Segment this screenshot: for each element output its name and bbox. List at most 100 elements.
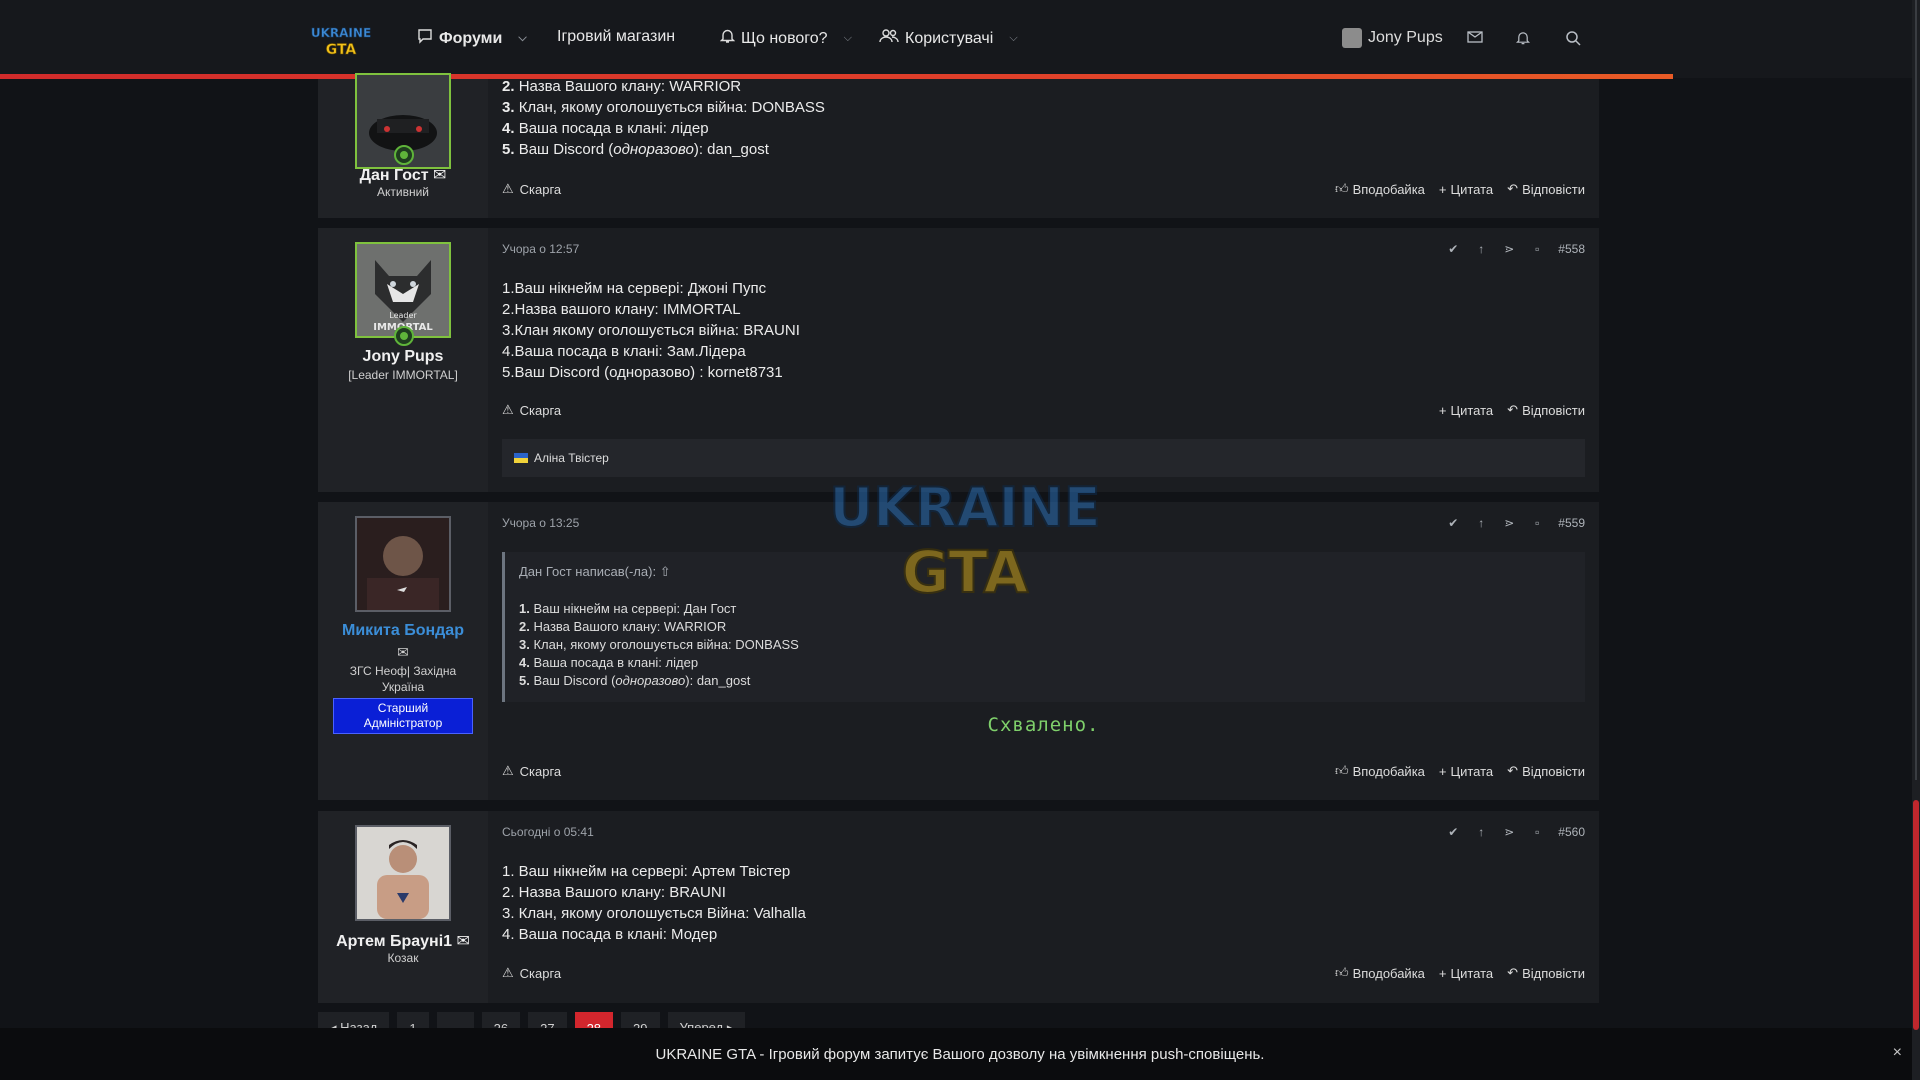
account-username: Jony Pups [1368, 29, 1443, 46]
nav-whats-new-label: Що нового? [741, 29, 828, 47]
envelope-icon[interactable] [1467, 30, 1483, 47]
post-line: 4. Ваша посада в клані: Модер [502, 926, 718, 943]
line-text: Назва Вашого клану: WARRIOR [533, 619, 727, 634]
quote-label: Цитата [1450, 965, 1494, 981]
post-timestamp[interactable]: Сьогодні о 05:41 [502, 825, 594, 839]
scrollbar-thumb[interactable] [1913, 800, 1919, 1030]
like-label: Вподобайка [1352, 763, 1425, 779]
post-number[interactable]: #560 [1558, 825, 1585, 839]
post-author-name-text: Артем Брауні1 [336, 933, 453, 950]
post-line: 5. Ваш Discord (одноразово): dan_gost [502, 139, 825, 160]
quote-button[interactable]: + Цитата [1439, 181, 1493, 197]
reply-icon: ↶ [1507, 965, 1519, 980]
like-button[interactable]: 👍︎ Вподобайка [1335, 965, 1425, 981]
nav-whats-new[interactable]: Що нового? ⌵ [719, 28, 852, 49]
search-icon[interactable] [1565, 30, 1581, 49]
check-circle-icon[interactable]: ✔ [1446, 825, 1460, 839]
post-line: 1. Ваш нікнейм на сервері: Артем Твістер [502, 863, 791, 880]
online-indicator-icon [394, 145, 414, 165]
post-timestamp[interactable]: Учора о 13:25 [502, 516, 579, 530]
reply-icon: ↶ [1507, 402, 1519, 417]
reply-button[interactable]: ↶ Відповісти [1507, 402, 1585, 418]
avatar[interactable]: Leader IMMORTAL [355, 242, 451, 338]
report-button[interactable]: ⚠ Скарга [502, 965, 561, 981]
post-line: 3.Клан якому оголошується війна: BRAUNI [502, 322, 800, 339]
post-timestamp[interactable]: Учора о 12:57 [502, 242, 579, 256]
line-number: 3. [519, 637, 530, 652]
plus-icon: + [1438, 965, 1447, 981]
reply-button[interactable]: ↶ Відповісти [1507, 763, 1585, 779]
nav-users[interactable]: Користувачі ⌵ [879, 28, 1018, 49]
bookmark-icon[interactable]: ▫ [1530, 242, 1544, 256]
chat-icon [417, 28, 433, 49]
envelope-icon[interactable]: ✉ [457, 933, 470, 950]
post-number[interactable]: #558 [1558, 242, 1585, 256]
plus-icon: + [1438, 181, 1447, 197]
reaction-user[interactable]: Аліна Твістер [534, 451, 609, 465]
arrow-up-icon[interactable]: ↑ [1474, 516, 1488, 530]
report-button[interactable]: ⚠ Скарга [502, 402, 561, 418]
warning-icon: ⚠ [502, 763, 514, 778]
chevron-down-icon[interactable]: ⌵ [844, 32, 852, 45]
staff-badge: Старший Адміністратор [333, 698, 473, 734]
staff-badge-line: Адміністратор [363, 716, 443, 730]
site-logo[interactable]: UKRAINE GTA [310, 22, 372, 58]
chevron-down-icon[interactable]: ⌵ [518, 32, 526, 45]
arrow-up-icon[interactable]: ↑ [1474, 242, 1488, 256]
post-action-buttons: 👍︎ Вподобайка + Цитата ↶ Відповісти [1335, 763, 1585, 779]
post-author-panel: Артем Брауні1 ✉ Козак [318, 811, 488, 1003]
reply-label: Відповісти [1522, 181, 1585, 197]
line-number: 5. [502, 141, 515, 158]
reply-button[interactable]: ↶ Відповісти [1507, 965, 1585, 981]
envelope-icon[interactable]: ✉ [433, 167, 446, 184]
avatar[interactable] [355, 825, 451, 921]
post-author-name-text: Дан Гост [359, 167, 429, 184]
share-icon[interactable]: ⋗ [1502, 516, 1516, 530]
quote-author[interactable]: Дан Гост написав(-ла): ⇧ [519, 564, 671, 580]
quote-line: 2. Назва Вашого клану: WARRIOR [519, 618, 799, 636]
avatar[interactable] [355, 516, 451, 612]
line-text: Ваш Discord ( [533, 673, 616, 688]
post-line: 5.Ваш Discord (одноразово) : kornet8731 [502, 364, 783, 381]
page-scrollbar[interactable] [1912, 0, 1920, 1080]
report-label: Скарга [519, 402, 562, 418]
report-label: Скарга [519, 763, 562, 779]
reply-label: Відповісти [1522, 965, 1585, 981]
staff-badge-text: Старший Адміністратор [364, 701, 443, 731]
post-author-name[interactable]: Дан Гост ✉ [318, 165, 488, 185]
post-author-title: Активний [377, 185, 429, 199]
thumbs-up-icon: 👍︎ [1334, 763, 1349, 778]
quote-button[interactable]: + Цитата [1439, 402, 1493, 418]
chevron-down-icon[interactable]: ⌵ [1009, 32, 1017, 45]
post-number[interactable]: #559 [1558, 516, 1585, 530]
report-button[interactable]: ⚠ Скарга [502, 181, 561, 197]
post-action-buttons: 👍︎ Вподобайка + Цитата ↶ Відповісти [1335, 965, 1585, 981]
bookmark-icon[interactable]: ▫ [1530, 516, 1544, 530]
post-author-name[interactable]: Артем Брауні1 ✉ [318, 931, 488, 951]
share-icon[interactable]: ⋗ [1502, 242, 1516, 256]
nav-shop[interactable]: Ігровий магазин [557, 28, 675, 46]
envelope-icon[interactable]: ✉ [318, 644, 488, 661]
close-icon[interactable]: × [1893, 1044, 1902, 1062]
site-header: UKRAINE GTA Форуми ⌵ Ігровий магазин Що … [0, 0, 1920, 79]
post-author-name[interactable]: Jony Pups [318, 348, 488, 366]
like-button[interactable]: 👍︎ Вподобайка [1335, 181, 1425, 197]
post-line: 4. Ваша посада в клані: лідер [502, 118, 825, 139]
reply-label: Відповісти [1522, 402, 1585, 418]
bookmark-icon[interactable]: ▫ [1530, 825, 1544, 839]
quote-button[interactable]: + Цитата [1439, 763, 1493, 779]
check-circle-icon[interactable]: ✔ [1446, 516, 1460, 530]
nav-forums[interactable]: Форуми ⌵ [417, 28, 527, 49]
share-icon[interactable]: ⋗ [1502, 825, 1516, 839]
post-author-name[interactable]: Микита Бондар [318, 622, 488, 640]
reply-button[interactable]: ↶ Відповісти [1507, 181, 1585, 197]
account-menu[interactable]: Jony Pups [1342, 28, 1443, 48]
quote-button[interactable]: + Цитата [1439, 965, 1493, 981]
like-button[interactable]: 👍︎ Вподобайка [1335, 763, 1425, 779]
report-button[interactable]: ⚠ Скарга [502, 763, 561, 779]
check-circle-icon[interactable]: ✔ [1446, 242, 1460, 256]
arrow-up-icon[interactable]: ↑ [1474, 825, 1488, 839]
quote-line: 1. Ваш нікнейм на сервері: Дан Гост [519, 600, 799, 618]
bell-icon[interactable] [1515, 30, 1531, 49]
arrow-up-circle-icon[interactable]: ⇧ [660, 564, 671, 579]
